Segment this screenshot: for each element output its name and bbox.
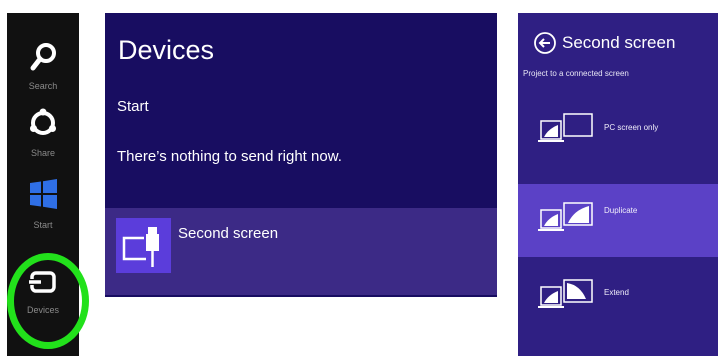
option-duplicate[interactable]: Duplicate [518,184,718,257]
charm-start-label: Start [33,220,53,230]
extend-icon [538,279,593,308]
devices-title: Devices [118,35,215,65]
option-duplicate-label: Duplicate [604,206,638,215]
highlight-circle [7,253,89,349]
second-screen-title: Second screen [562,33,676,52]
search-icon [30,43,56,71]
charm-share-label: Share [30,148,56,158]
windows-logo-icon [30,179,57,209]
second-screen-tile [116,218,171,273]
back-arrow-icon[interactable] [533,31,557,55]
share-icon [30,108,56,135]
second-screen-subtitle: Project to a connected screen [523,69,629,78]
option-extend[interactable]: Extend [518,275,718,333]
pc-screen-only-icon [538,113,593,142]
charm-search-label: Search [28,81,58,91]
charm-share[interactable]: Share [7,105,79,171]
second-screen-pane: Second screen Project to a connected scr… [518,13,718,356]
option-pc-screen-only-label: PC screen only [604,123,659,132]
project-screen-icon [122,227,159,267]
devices-empty-message: There’s nothing to send right now. [117,148,342,165]
second-screen-item-label: Second screen [178,225,279,242]
devices-start-heading: Start [117,98,149,115]
second-screen-item[interactable]: Second screen [105,208,497,295]
option-extend-label: Extend [604,288,629,297]
devices-pane: Devices Start There’s nothing to send ri… [105,13,497,297]
duplicate-icon [538,202,593,231]
charm-search[interactable]: Search [7,38,79,104]
charm-start[interactable]: Start [7,177,79,243]
option-pc-screen-only[interactable]: PC screen only [518,109,718,167]
